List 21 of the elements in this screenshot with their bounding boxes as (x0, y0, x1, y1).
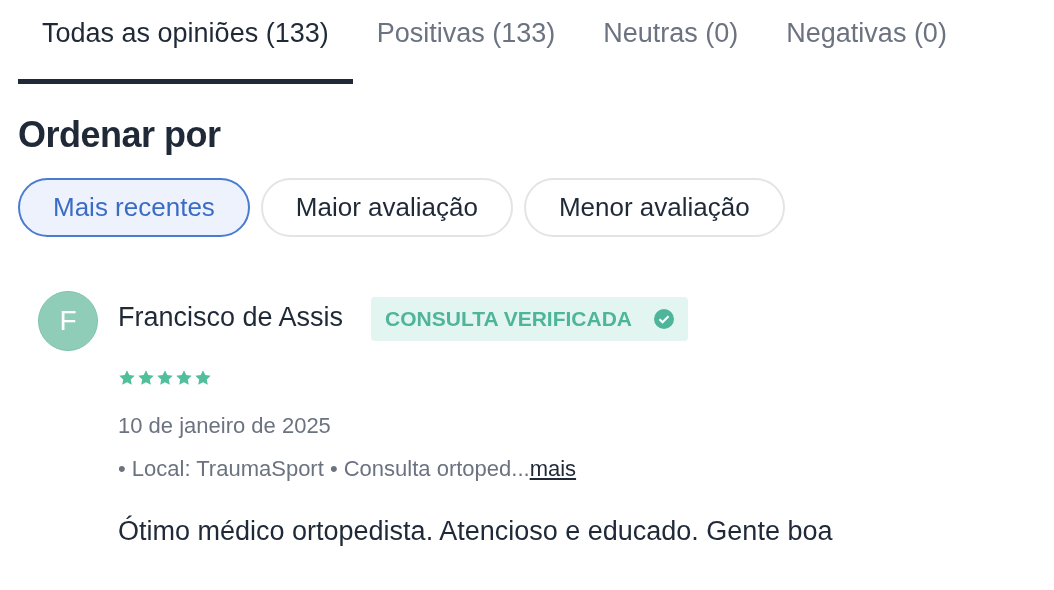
review-details: • Local: TraumaSport • Consulta ortoped... (118, 456, 530, 482)
tab[interactable]: Neutras (0) (579, 0, 763, 84)
sort-option[interactable]: Menor avaliação (523, 178, 785, 237)
tab[interactable]: Negativas (0) (762, 0, 971, 84)
sort-option[interactable]: Mais recentes (18, 178, 250, 237)
star-icon (156, 369, 174, 387)
more-link[interactable]: mais (529, 456, 577, 482)
sort-heading: Ordenar por (18, 114, 222, 156)
avatar: F (38, 291, 98, 351)
sort-option[interactable]: Maior avaliação (260, 178, 513, 237)
star-icon (194, 369, 212, 387)
star-icon (137, 369, 155, 387)
review-text: Ótimo médico ortopedista. Atencioso e educado. Gente boa (118, 516, 833, 547)
star-icon (175, 369, 193, 387)
check-icon (654, 309, 675, 329)
star-icon (118, 369, 136, 387)
author-name: Francisco de Assis (118, 301, 344, 333)
tab[interactable]: Todas as opiniões (133) (18, 0, 353, 84)
review-date: 10 de janeiro de 2025 (118, 413, 332, 439)
verified-badge: CONSULTA VERIFICADA (371, 297, 689, 341)
tab[interactable]: Positivas (133) (352, 0, 580, 84)
